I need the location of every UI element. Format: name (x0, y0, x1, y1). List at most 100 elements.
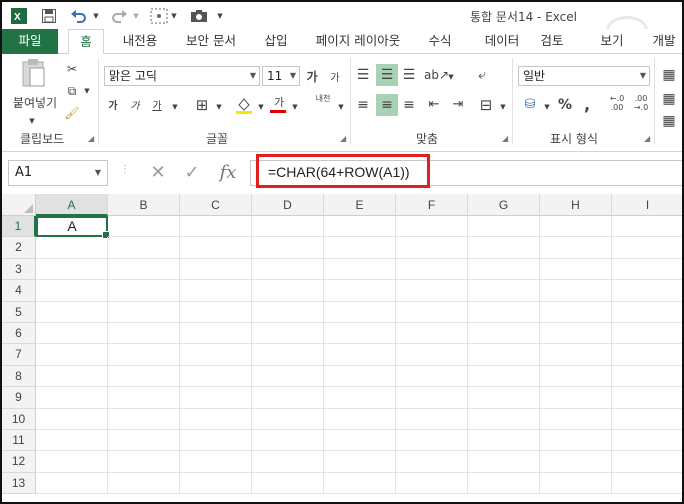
cell-e4[interactable] (324, 280, 396, 302)
cell-h4[interactable] (540, 280, 612, 302)
cell-d11[interactable] (252, 430, 324, 452)
cell-h13[interactable] (540, 472, 612, 495)
align-top-icon[interactable]: ☰ (354, 66, 372, 84)
cell-d8[interactable] (252, 365, 324, 388)
cell-e3[interactable] (324, 258, 396, 281)
cell-g12[interactable] (468, 451, 540, 473)
cell-i8[interactable] (612, 366, 682, 388)
cell-e10[interactable] (324, 408, 396, 430)
insert-function-button[interactable]: fx (214, 161, 242, 185)
tab-formulas[interactable]: 수식 (420, 29, 460, 54)
cell-b2[interactable] (108, 237, 180, 259)
cell-g3[interactable] (468, 258, 540, 281)
align-middle-icon[interactable]: ☰ (376, 64, 398, 86)
cell-c9[interactable] (180, 387, 252, 409)
cell-i1[interactable] (612, 216, 682, 238)
cell-a5[interactable] (36, 301, 108, 323)
row-header-10[interactable]: 10 (2, 408, 36, 430)
borders-icon[interactable]: ⊞ (192, 96, 212, 114)
cell-g10[interactable] (468, 408, 540, 430)
cell-d1[interactable] (252, 216, 324, 238)
cell-b5[interactable] (108, 301, 180, 323)
undo-dropdown-icon[interactable]: ▼ (92, 6, 100, 26)
comma-button[interactable]: , (580, 96, 594, 114)
cell-c1[interactable] (180, 216, 252, 238)
row-header-12[interactable]: 12 (2, 451, 36, 473)
cell-h2[interactable] (540, 237, 612, 259)
cell-f2[interactable] (396, 237, 468, 259)
cell-a2[interactable] (36, 237, 108, 259)
cell-h6[interactable] (540, 323, 612, 345)
cell-d10[interactable] (252, 408, 324, 430)
cell-styles-icon[interactable]: ▦ (660, 112, 678, 130)
cell-f1[interactable] (396, 216, 468, 238)
cell-b12[interactable] (108, 451, 180, 473)
italic-button[interactable]: 가 (128, 98, 142, 116)
paste-icon[interactable] (18, 58, 48, 90)
fill-color-icon[interactable] (234, 96, 254, 119)
cut-icon[interactable]: ✂ (64, 60, 80, 78)
cell-e5[interactable] (324, 301, 396, 323)
cell-c5[interactable] (180, 301, 252, 323)
save-icon[interactable] (40, 6, 58, 26)
cell-h7[interactable] (540, 344, 612, 366)
cell-e6[interactable] (324, 323, 396, 345)
cell-i4[interactable] (612, 280, 682, 302)
cell-h3[interactable] (540, 258, 612, 281)
cell-d6[interactable] (252, 323, 324, 345)
column-header-d[interactable]: D (252, 194, 324, 216)
align-bottom-icon[interactable]: ☰ (400, 66, 418, 84)
phonetic-dropdown-icon[interactable]: ▼ (336, 98, 346, 116)
cell-h5[interactable] (540, 301, 612, 323)
camera-icon[interactable] (188, 6, 210, 26)
cell-f6[interactable] (396, 323, 468, 345)
cell-g8[interactable] (468, 365, 540, 388)
cell-f8[interactable] (396, 365, 468, 388)
cell-e12[interactable] (324, 451, 396, 473)
cell-h9[interactable] (540, 387, 612, 409)
cell-f13[interactable] (396, 472, 468, 495)
font-size-combo[interactable]: 11 ▼ (262, 66, 300, 86)
tab-view[interactable]: 보기 (592, 29, 632, 54)
cell-b6[interactable] (108, 323, 180, 345)
cell-i9[interactable] (612, 387, 682, 409)
borders-dropdown-icon[interactable]: ▼ (214, 98, 224, 116)
tab-page-layout[interactable]: 페이지 레이아웃 (308, 29, 408, 54)
cell-a13[interactable] (36, 472, 108, 495)
decrease-indent-icon[interactable]: ⇤ (424, 96, 444, 114)
row-header-11[interactable]: 11 (2, 430, 36, 452)
cell-a3[interactable] (36, 258, 108, 281)
column-header-f[interactable]: F (396, 194, 468, 216)
accounting-dropdown-icon[interactable]: ▼ (542, 98, 552, 116)
row-header-13[interactable]: 13 (2, 472, 36, 495)
number-format-combo[interactable]: 일반 ▼ (518, 66, 650, 86)
cell-h10[interactable] (540, 408, 612, 430)
align-right-icon[interactable]: ≡ (400, 96, 418, 114)
cell-a12[interactable] (36, 451, 108, 473)
tab-security-doc[interactable]: 보안 문서 (178, 29, 244, 54)
cell-g4[interactable] (468, 280, 540, 302)
cell-d12[interactable] (252, 451, 324, 473)
cell-i3[interactable] (612, 259, 682, 281)
merge-dropdown-icon[interactable]: ▼ (498, 98, 508, 116)
tab-personal[interactable]: 내전용 (114, 29, 166, 54)
shrink-font-button[interactable]: 가 (328, 70, 342, 88)
cell-d7[interactable] (252, 344, 324, 366)
column-header-a[interactable]: A (36, 194, 108, 216)
merge-center-icon[interactable]: ⊟ (476, 96, 496, 114)
align-center-icon[interactable]: ≡ (376, 94, 398, 116)
cell-f10[interactable] (396, 408, 468, 430)
cell-h1[interactable] (540, 216, 612, 238)
underline-dropdown-icon[interactable]: ▼ (170, 98, 180, 116)
cell-e7[interactable] (324, 344, 396, 366)
cell-b8[interactable] (108, 365, 180, 388)
orientation-icon[interactable]: ab↗ (424, 66, 449, 84)
cell-h8[interactable] (540, 365, 612, 388)
cell-c6[interactable] (180, 323, 252, 345)
column-header-c[interactable]: C (180, 194, 252, 216)
format-painter-icon[interactable]: 🖌 (64, 104, 80, 122)
wrap-text-icon[interactable]: ⤶ (472, 66, 492, 84)
column-header-b[interactable]: B (108, 194, 180, 216)
row-header-7[interactable]: 7 (2, 344, 36, 366)
cell-e8[interactable] (324, 365, 396, 388)
